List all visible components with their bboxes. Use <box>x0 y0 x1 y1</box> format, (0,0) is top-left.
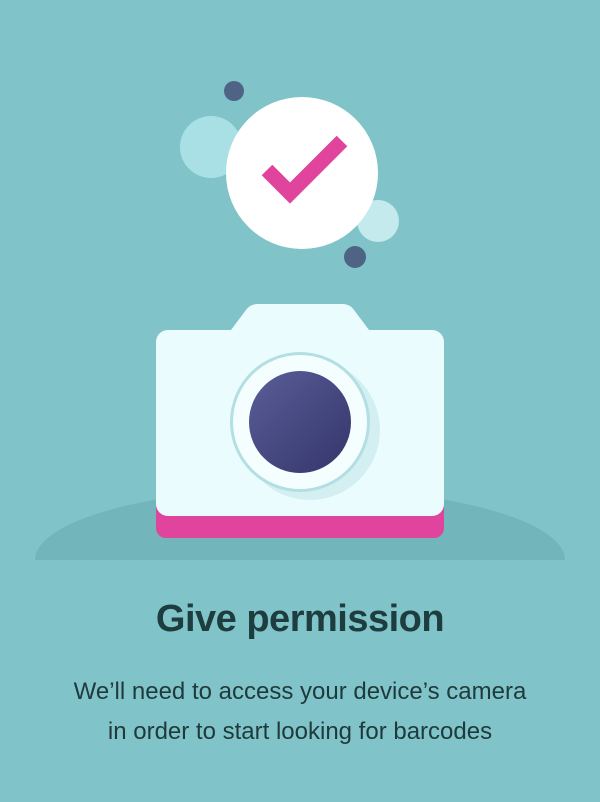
permission-description: We’ll need to access your device’s camer… <box>40 672 560 752</box>
camera-permission-illustration <box>35 81 565 560</box>
bubble-dark-top <box>224 81 244 101</box>
bubble-dark-bottom <box>344 246 366 268</box>
camera-icon <box>156 304 444 538</box>
camera-lens <box>249 371 351 473</box>
page-title: Give permission <box>155 598 445 640</box>
check-badge <box>226 97 378 249</box>
description-line-2: in order to start looking for barcodes <box>107 718 493 745</box>
description-line-1: We’ll need to access your device’s camer… <box>73 678 527 705</box>
